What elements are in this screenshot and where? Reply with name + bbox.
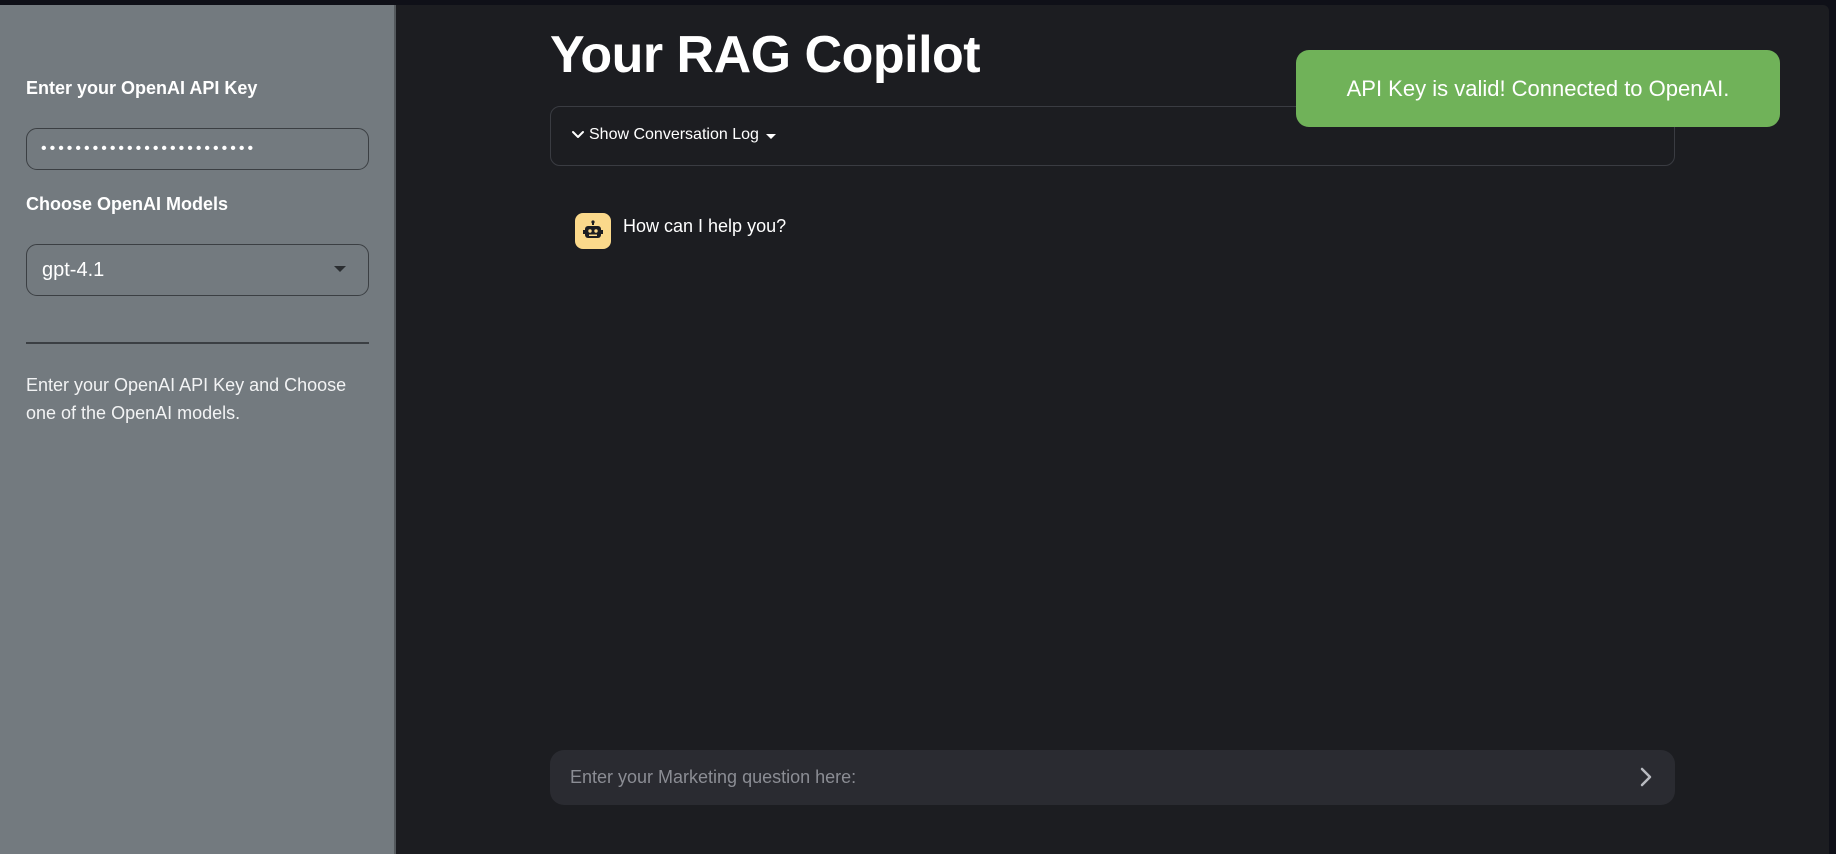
chat-input[interactable]	[570, 750, 1610, 805]
robot-icon	[575, 213, 611, 249]
chat-message-assistant: How can I help you?	[575, 213, 786, 249]
sidebar-help-text: Enter your OpenAI API Key and Choose one…	[26, 375, 347, 423]
chat-input-bar	[550, 750, 1675, 805]
conversation-log-toggle[interactable]: Show Conversation Log	[571, 126, 776, 144]
chevron-right-icon	[1640, 767, 1652, 787]
model-select-value: gpt-4.1	[42, 259, 105, 281]
chevron-down-icon	[571, 130, 585, 140]
sidebar-divider	[26, 342, 369, 344]
page-title: Your RAG Copilot	[550, 26, 981, 84]
caret-down-icon	[765, 133, 776, 139]
model-select[interactable]: gpt-4.1	[26, 244, 369, 296]
api-key-label: Enter your OpenAI API Key	[26, 78, 258, 98]
sidebar: Enter your OpenAI API Key ••••••••••••••…	[0, 5, 396, 854]
conversation-log-label: Show Conversation Log	[589, 126, 759, 143]
send-button[interactable]	[1633, 764, 1659, 790]
caret-down-icon	[334, 266, 346, 272]
chat-message-text: How can I help you?	[623, 216, 787, 236]
success-toast: API Key is valid! Connected to OpenAI.	[1296, 50, 1780, 127]
model-label: Choose OpenAI Models	[26, 194, 229, 214]
app-window: Enter your OpenAI API Key ••••••••••••••…	[0, 5, 1829, 854]
api-key-input[interactable]: •••••••••••••••••••••••••	[26, 128, 369, 170]
